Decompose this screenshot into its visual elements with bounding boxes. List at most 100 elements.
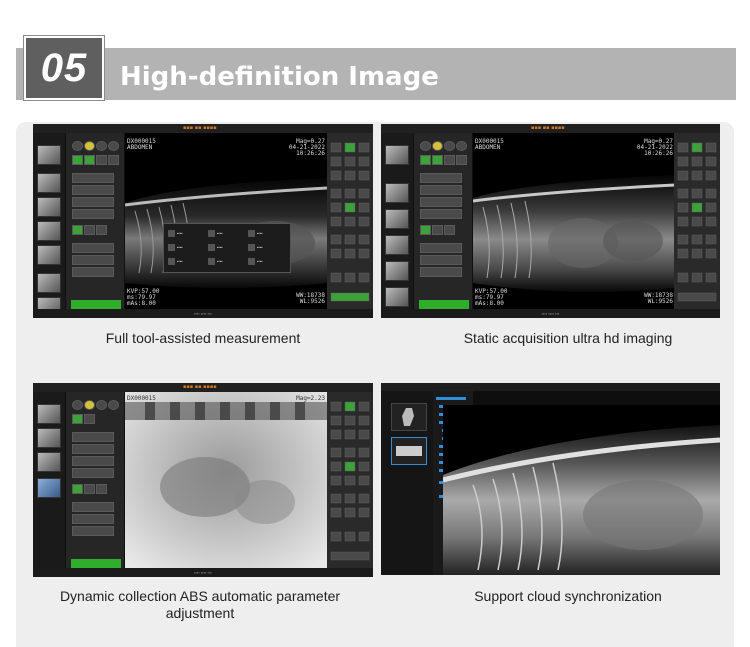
image-thumbnail[interactable]	[385, 145, 409, 165]
status-bar: ▪▪▪▪ ▪▪▪▪ ▪▪▪	[381, 309, 720, 318]
parameter-field[interactable]	[72, 456, 114, 466]
radiation-icon[interactable]	[432, 141, 443, 151]
image-thumbnail[interactable]	[37, 197, 61, 217]
xray-image	[443, 425, 720, 575]
parameter-field[interactable]	[420, 243, 462, 253]
tool-button[interactable]	[444, 225, 455, 235]
tool-button[interactable]	[96, 141, 107, 151]
tool-button[interactable]	[444, 155, 455, 165]
tool-button[interactable]	[96, 225, 107, 235]
measure-tool-option[interactable]: ▪▪▪▪	[208, 230, 248, 239]
xray-viewport[interactable]: DX000015 Mag=2.23	[125, 392, 327, 568]
acquire-button[interactable]	[419, 300, 469, 309]
parameter-field[interactable]	[72, 432, 114, 442]
tool-button[interactable]	[420, 155, 431, 165]
caption-dynamic-collection: Dynamic collection ABS automatic paramet…	[59, 588, 341, 621]
image-thumbnail[interactable]	[37, 273, 61, 293]
screenshot-cloud-sync	[381, 383, 720, 575]
overlay-top-right: Mag=0.27 04-21-2022 10:26:26	[288, 138, 325, 157]
tool-button[interactable]	[456, 155, 467, 165]
image-thumbnail[interactable]	[385, 183, 409, 203]
image-tools-panel	[674, 133, 720, 309]
parameter-field[interactable]	[72, 197, 114, 207]
acquire-button[interactable]	[71, 559, 121, 568]
overlay-bottom-left: KVP:57.00 ms:79.97 mAs:8.00	[475, 288, 508, 307]
thumbnail-strip	[33, 133, 65, 317]
tool-button[interactable]	[432, 225, 443, 235]
caption-cloud-sync: Support cloud synchronization	[474, 588, 662, 604]
parameter-field[interactable]	[72, 267, 114, 277]
tool-button[interactable]	[96, 484, 107, 494]
parameter-field[interactable]	[72, 444, 114, 454]
thumbnail-strip	[33, 392, 65, 568]
tool-button[interactable]	[420, 225, 431, 235]
tool-button[interactable]	[444, 141, 455, 151]
image-thumbnail[interactable]	[385, 287, 409, 307]
parameter-field[interactable]	[72, 502, 114, 512]
parameter-field[interactable]	[72, 243, 114, 253]
parameter-field[interactable]	[420, 209, 462, 219]
image-thumbnail[interactable]	[385, 209, 409, 229]
parameter-field[interactable]	[72, 514, 114, 524]
image-thumbnail[interactable]	[391, 403, 427, 431]
image-thumbnail[interactable]	[37, 478, 61, 498]
image-thumbnail[interactable]	[37, 245, 61, 265]
parameter-field[interactable]	[420, 173, 462, 183]
acquire-button[interactable]	[71, 300, 121, 309]
tool-button[interactable]	[84, 225, 95, 235]
xray-viewport[interactable]: DX000015 ABDOMEN Mag=0.27 04-21-2022 10:26:…	[125, 133, 327, 309]
tool-button[interactable]	[84, 155, 95, 165]
acquisition-tool-panel	[66, 133, 124, 309]
parameter-field[interactable]	[420, 267, 462, 277]
measure-tool-option[interactable]: ▪▪▪▪	[248, 230, 288, 239]
measure-tool-option[interactable]: ▪▪▪▪	[168, 230, 208, 239]
tool-button[interactable]	[432, 155, 443, 165]
tool-button[interactable]	[456, 141, 467, 151]
measure-tool-option[interactable]: ▪▪▪▪	[248, 258, 288, 267]
image-thumbnail[interactable]	[37, 221, 61, 241]
image-thumbnail[interactable]	[37, 404, 61, 424]
tool-button[interactable]	[72, 225, 83, 235]
tool-button[interactable]	[72, 400, 83, 410]
thumbnail-strip	[381, 391, 433, 575]
tool-button[interactable]	[420, 141, 431, 151]
tool-button[interactable]	[96, 400, 107, 410]
image-thumbnail[interactable]	[37, 452, 61, 472]
image-thumbnail-selected[interactable]	[391, 437, 427, 465]
image-thumbnail[interactable]	[37, 145, 61, 165]
tool-button[interactable]	[84, 484, 95, 494]
image-thumbnail[interactable]	[37, 173, 61, 193]
measure-tool-option[interactable]: ▪▪▪▪	[168, 244, 208, 253]
parameter-field[interactable]	[72, 173, 114, 183]
tool-button[interactable]	[72, 484, 83, 494]
xray-viewport[interactable]: DX000015 ABDOMEN Mag=0.27 04-21-2022 10:26:…	[473, 133, 675, 309]
parameter-field[interactable]	[420, 185, 462, 195]
image-thumbnail[interactable]	[385, 261, 409, 281]
parameter-field[interactable]	[72, 255, 114, 265]
tool-button[interactable]	[72, 414, 83, 424]
measure-tool-option[interactable]: ▪▪▪▪	[168, 258, 208, 267]
image-thumbnail[interactable]	[385, 235, 409, 255]
section-title: High-definition Image	[120, 62, 439, 92]
image-thumbnail[interactable]	[37, 428, 61, 448]
parameter-field[interactable]	[72, 468, 114, 478]
overlay-top-right: Mag=0.27 04-21-2022 10:26:26	[636, 138, 673, 157]
tool-button[interactable]	[96, 155, 107, 165]
parameter-field[interactable]	[420, 197, 462, 207]
radiation-icon[interactable]	[84, 400, 95, 410]
tool-button[interactable]	[108, 141, 119, 151]
measure-tool-option[interactable]: ▪▪▪▪	[248, 244, 288, 253]
tool-button[interactable]	[84, 414, 95, 424]
parameter-field[interactable]	[72, 209, 114, 219]
measure-tool-option[interactable]: ▪▪▪▪	[208, 244, 248, 253]
tool-button[interactable]	[72, 141, 83, 151]
tool-button[interactable]	[108, 155, 119, 165]
parameter-field[interactable]	[72, 526, 114, 536]
measure-tool-option[interactable]: ▪▪▪▪	[208, 258, 248, 267]
parameter-field[interactable]	[420, 255, 462, 265]
tool-button[interactable]	[72, 155, 83, 165]
tool-button[interactable]	[108, 400, 119, 410]
radiation-icon[interactable]	[84, 141, 95, 151]
parameter-field[interactable]	[72, 185, 114, 195]
xray-viewport[interactable]	[443, 405, 720, 575]
